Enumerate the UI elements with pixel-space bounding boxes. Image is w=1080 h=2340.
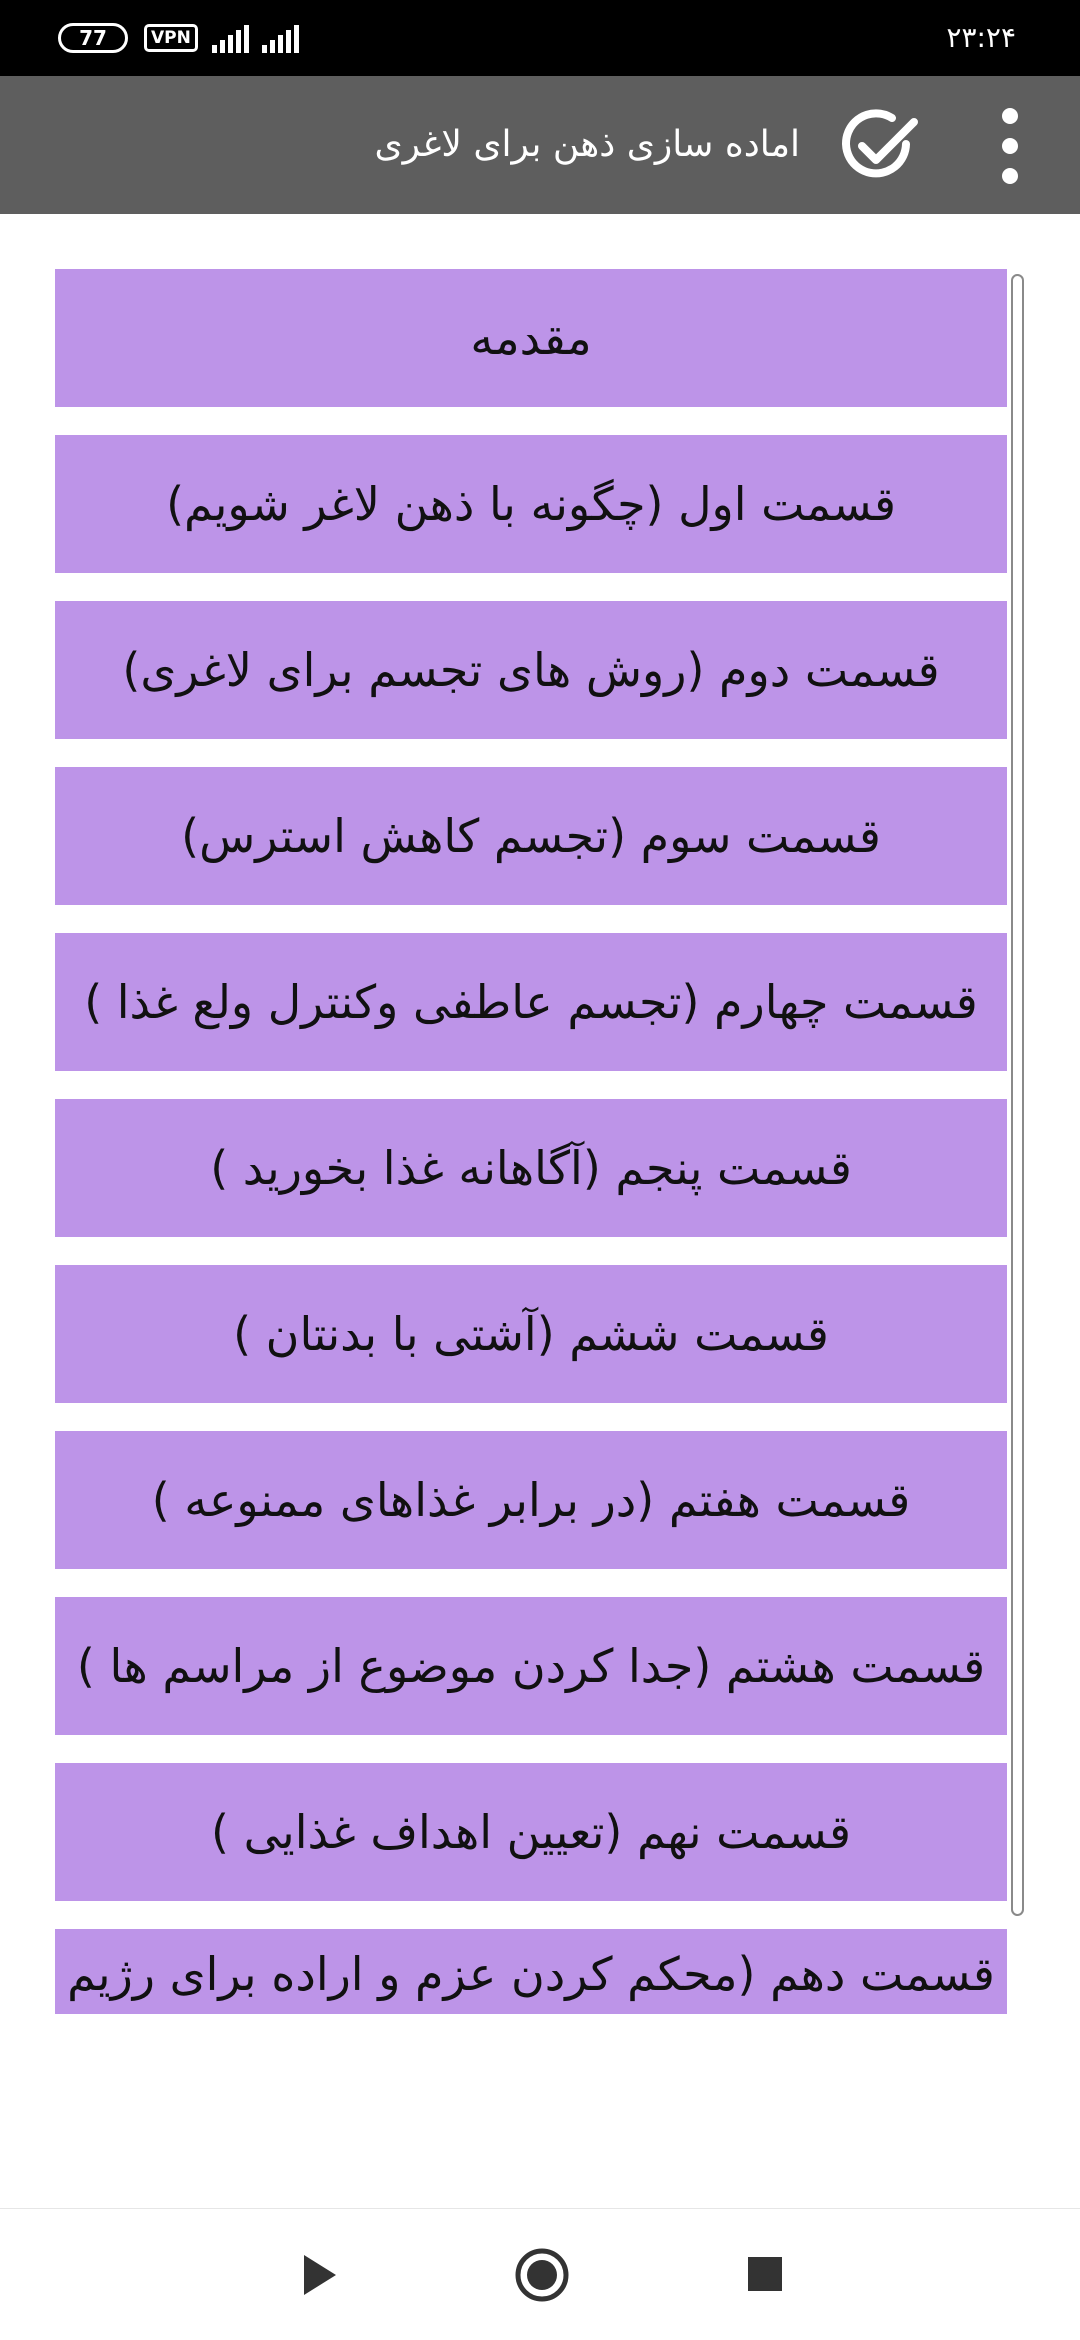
list-item[interactable]: قسمت هشتم (جدا کردن موضوع از مراسم ها ) <box>55 1597 1007 1735</box>
vpn-badge: VPN <box>144 24 198 52</box>
more-vert-icon[interactable] <box>990 106 1030 186</box>
scrollbar[interactable] <box>1011 274 1024 1916</box>
status-bar: 77 VPN ۲۳:۲۴ <box>0 0 1080 76</box>
signal-icon <box>211 23 252 53</box>
back-triangle-icon[interactable] <box>300 2253 340 2297</box>
recents-square-icon[interactable] <box>748 2257 782 2291</box>
chapter-list[interactable]: مقدمه قسمت اول (چگونه با ذهن لاغر شویم) … <box>0 214 1080 2014</box>
app-bar: اماده سازی ذهن برای لاغری <box>0 76 1080 214</box>
list-item[interactable]: قسمت نهم (تعیین اهداف غذایی ) <box>55 1763 1007 1901</box>
list-item[interactable]: قسمت چهارم (تجسم عاطفی وکنترل ولع غذا ) <box>55 933 1007 1071</box>
list-item[interactable]: قسمت اول (چگونه با ذهن لاغر شویم) <box>55 435 1007 573</box>
battery-icon: 77 <box>58 23 128 53</box>
list-item[interactable]: قسمت سوم (تجسم کاهش استرس) <box>55 767 1007 905</box>
battery-level: 77 <box>79 26 107 50</box>
list-item[interactable]: مقدمه <box>55 269 1007 407</box>
navigation-bar <box>0 2208 1080 2340</box>
status-icons: 77 VPN <box>58 0 302 76</box>
list-item[interactable]: قسمت هفتم (در برابر غذاهای ممنوعه ) <box>55 1431 1007 1569</box>
signal-icon <box>261 23 302 53</box>
list-item[interactable]: قسمت دهم (محکم کردن عزم و اراده برای رژی… <box>55 1929 1007 2014</box>
check-circle-icon[interactable] <box>836 104 920 188</box>
home-circle-icon[interactable] <box>514 2247 570 2303</box>
clock: ۲۳:۲۴ <box>946 21 1016 54</box>
list-item[interactable]: قسمت دوم (روش های تجسم برای لاغری) <box>55 601 1007 739</box>
app-title: اماده سازی ذهن برای لاغری <box>374 124 801 165</box>
list-item[interactable]: قسمت ششم (آشتی با بدنتان ) <box>55 1265 1007 1403</box>
list-item[interactable]: قسمت پنجم (آگاهانه غذا بخورید ) <box>55 1099 1007 1237</box>
